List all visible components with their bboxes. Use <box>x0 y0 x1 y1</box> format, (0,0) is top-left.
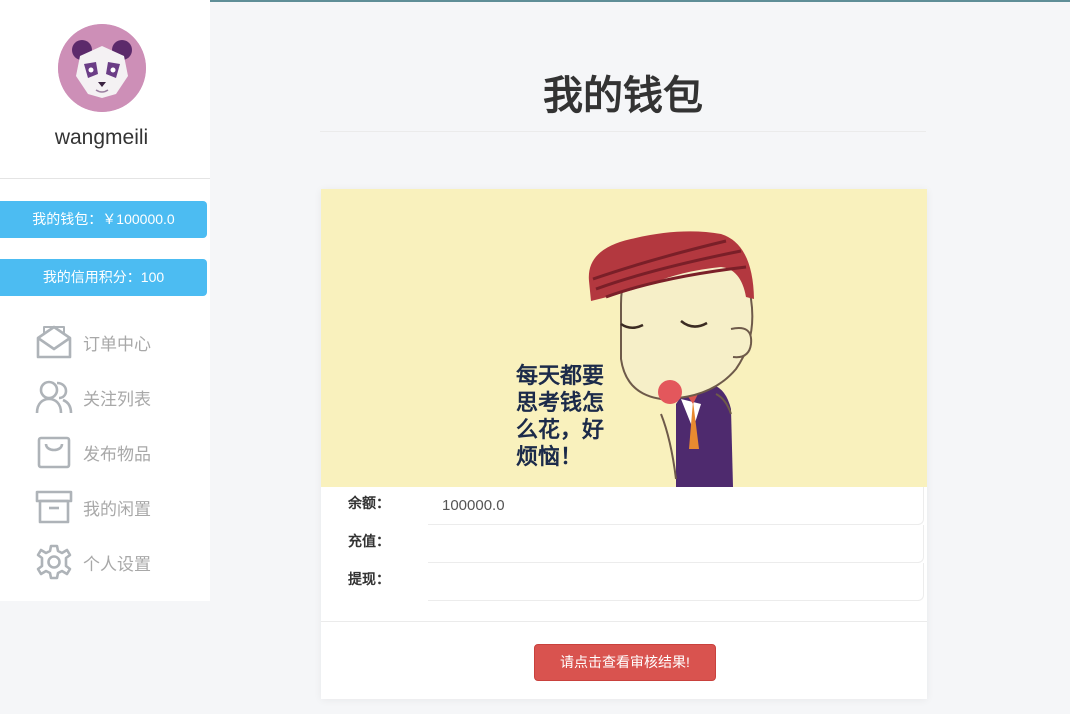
wallet-card: 每天都要 思考钱怎 么花，好 烦恼！ 余额： 充值： 提现： 请点击查看审核结果… <box>321 189 927 699</box>
withdraw-label: 提现： <box>348 571 390 587</box>
sidebar-item-label: 订单中心 <box>83 334 151 354</box>
banner-caption: 每天都要 思考钱怎 么花，好 烦恼！ <box>516 363 604 471</box>
banner-caption-line: 烦恼！ <box>516 445 583 470</box>
sidebar-item-settings[interactable]: 个人设置 <box>35 542 210 582</box>
panda-icon <box>58 24 146 112</box>
banner-caption-line: 思考钱怎 <box>516 391 605 416</box>
sidebar-item-orders[interactable]: 订单中心 <box>35 322 210 362</box>
sidebar: wangmeili 我的钱包：￥100000.0 我的信用积分：100 订单中心… <box>0 0 210 601</box>
title-divider <box>320 131 926 132</box>
sidebar-item-label: 个人设置 <box>83 554 151 574</box>
credit-score-button[interactable]: 我的信用积分：100 <box>0 259 207 296</box>
recharge-input[interactable] <box>428 525 924 563</box>
envelope-icon <box>35 323 73 361</box>
users-icon <box>35 378 73 416</box>
balance-label: 余额： <box>348 495 390 511</box>
username: wangmeili <box>54 126 149 149</box>
cartoon-boy-illustration <box>321 189 927 487</box>
archive-box-icon <box>35 488 73 526</box>
sidebar-divider <box>0 178 210 179</box>
wallet-balance-button[interactable]: 我的钱包：￥100000.0 <box>0 201 207 238</box>
card-divider <box>321 621 927 622</box>
balance-row: 余额： <box>321 487 927 525</box>
recharge-row: 充值： <box>321 525 927 563</box>
sidebar-item-idle[interactable]: 我的闲置 <box>35 487 210 527</box>
sidebar-item-label: 关注列表 <box>83 389 151 409</box>
sidebar-item-label: 发布物品 <box>83 444 151 464</box>
shopping-bag-icon <box>35 433 73 471</box>
view-review-result-button[interactable]: 请点击查看审核结果! <box>534 644 716 681</box>
gear-icon <box>35 543 73 581</box>
sidebar-item-label: 我的闲置 <box>83 499 151 519</box>
banner-caption-line: 每天都要 <box>516 364 605 389</box>
withdraw-row: 提现： <box>321 563 927 601</box>
balance-field[interactable] <box>428 487 924 525</box>
avatar[interactable] <box>58 24 146 112</box>
top-accent-line <box>208 0 1070 2</box>
wallet-banner-image: 每天都要 思考钱怎 么花，好 烦恼！ <box>321 189 927 487</box>
withdraw-input[interactable] <box>428 563 924 601</box>
sidebar-item-publish[interactable]: 发布物品 <box>35 432 210 472</box>
banner-caption-line: 么花，好 <box>516 418 605 443</box>
sidebar-item-following[interactable]: 关注列表 <box>35 377 210 417</box>
recharge-label: 充值： <box>348 533 390 549</box>
page-title: 我的钱包 <box>543 74 703 118</box>
